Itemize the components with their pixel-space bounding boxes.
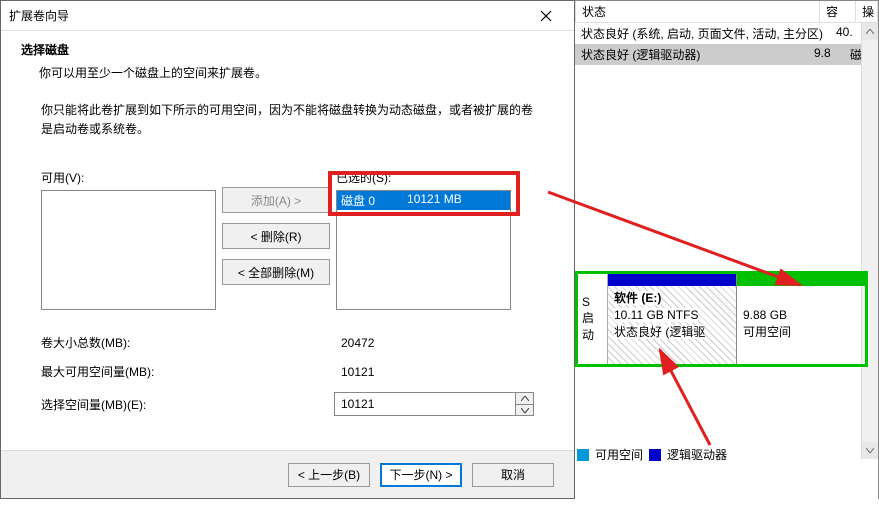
space-input[interactable] (334, 392, 516, 416)
dialog-title: 扩展卷向导 (9, 7, 526, 24)
chevron-down-icon (521, 408, 529, 413)
transfer-buttons: 添加(A) > < 删除(R) < 全部删除(M) (222, 187, 330, 285)
partition-body: 软件 (E:) 10.11 GB NTFS 状态良好 (逻辑驱 (608, 286, 736, 364)
spin-down-button[interactable] (516, 405, 534, 417)
remove-button[interactable]: < 删除(R) (222, 223, 330, 249)
selected-column: 已选的(S): 磁盘 0 10121 MB (336, 169, 511, 310)
partition-boxes: 软件 (E:) 10.11 GB NTFS 状态良好 (逻辑驱 9.88 GB … (608, 274, 865, 364)
available-label: 可用(V): (41, 169, 216, 186)
free-label: 可用空间 (743, 324, 859, 341)
add-button[interactable]: 添加(A) > (222, 187, 330, 213)
partition-body: 9.88 GB 可用空间 (737, 286, 865, 364)
free-size: 9.88 GB (743, 307, 859, 324)
legend-free-label: 可用空间 (595, 446, 643, 463)
partition-size: 10.11 GB NTFS (614, 308, 698, 322)
max-space-row: 最大可用空间量(MB): 10121 (41, 363, 534, 380)
legend-logical-label: 逻辑驱动器 (667, 446, 727, 463)
header-ops[interactable]: 操 (856, 1, 878, 22)
header-status[interactable]: 状态 (575, 1, 820, 22)
next-button[interactable]: 下一步(N) > (380, 463, 462, 487)
partition-color-bar (608, 274, 736, 286)
total-size-label: 卷大小总数(MB): (41, 334, 341, 351)
cancel-button[interactable]: 取消 (472, 463, 554, 487)
partition-e[interactable]: 软件 (E:) 10.11 GB NTFS 状态良好 (逻辑驱 (608, 274, 737, 364)
choose-space-row: 选择空间量(MB)(E): (41, 392, 534, 416)
partition-legend: 可用空间 逻辑驱动器 (575, 440, 878, 469)
selected-disk-name: 磁盘 0 (341, 192, 375, 209)
scroll-up-button[interactable] (862, 23, 878, 40)
partition-wrap: S 启动 软件 (E:) 10.11 GB NTFS 状态良好 (逻辑驱 (575, 271, 868, 367)
table-header: 状态 容 操 (575, 1, 878, 23)
extend-volume-wizard-dialog: 扩展卷向导 选择磁盘 你可以用至少一个磁盘上的空间来扩展卷。 你只能将此卷扩展到… (0, 0, 575, 499)
partition-free[interactable]: 9.88 GB 可用空间 (737, 274, 865, 364)
header-capacity[interactable]: 容 (820, 1, 856, 22)
total-size-value: 20472 (341, 336, 534, 350)
row-cap: 9.8 (814, 46, 850, 63)
disk-info: S 启动 (578, 274, 608, 364)
titlebar: 扩展卷向导 (1, 1, 574, 31)
spin-up-button[interactable] (516, 392, 534, 405)
table-row[interactable]: 状态良好 (系统, 启动, 页面文件, 活动, 主分区) 40. (575, 23, 878, 44)
description-text: 你只能将此卷扩展到如下所示的可用空间，因为不能将磁盘转换为动态磁盘，或者被扩展的… (41, 101, 534, 139)
section-subheading: 你可以用至少一个磁盘上的空间来扩展卷。 (39, 64, 554, 81)
remove-all-button[interactable]: < 全部删除(M) (222, 259, 330, 285)
selected-listbox[interactable]: 磁盘 0 10121 MB (336, 190, 511, 310)
vertical-scrollbar[interactable] (861, 23, 878, 459)
table-row[interactable]: 状态良好 (逻辑驱动器) 9.8 磁 (575, 44, 878, 65)
section-heading: 选择磁盘 (21, 41, 554, 58)
dialog-footer: < 上一步(B) 下一步(N) > 取消 (1, 450, 574, 498)
partition-map: S 启动 软件 (E:) 10.11 GB NTFS 状态良好 (逻辑驱 (575, 271, 868, 367)
selected-label: 已选的(S): (336, 169, 511, 186)
space-spinner (334, 392, 534, 416)
chevron-up-icon (866, 29, 874, 34)
selected-wrap: 磁盘 0 10121 MB (336, 190, 511, 310)
list-item[interactable]: 磁盘 0 10121 MB (337, 191, 510, 210)
dialog-body: 选择磁盘 你可以用至少一个磁盘上的空间来扩展卷。 你只能将此卷扩展到如下所示的可… (1, 31, 574, 416)
size-form: 卷大小总数(MB): 20472 最大可用空间量(MB): 10121 选择空间… (41, 334, 534, 416)
back-button[interactable]: < 上一步(B) (288, 463, 370, 487)
partition-status: 状态良好 (逻辑驱 (614, 325, 705, 339)
total-size-row: 卷大小总数(MB): 20472 (41, 334, 534, 351)
row-status: 状态良好 (系统, 启动, 页面文件, 活动, 主分区) (581, 25, 836, 42)
selected-disk-size: 10121 MB (407, 192, 462, 209)
disk-info-sub: 启动 (582, 309, 603, 343)
disk-info-label: S (582, 295, 603, 309)
spinner-buttons (516, 392, 534, 416)
disk-lists: 可用(V): 添加(A) > < 删除(R) < 全部删除(M) 已选的(S):… (41, 169, 534, 310)
chevron-up-icon (521, 396, 529, 401)
close-button[interactable] (526, 2, 566, 30)
close-icon (540, 10, 552, 22)
swatch-teal (577, 449, 589, 461)
row-status: 状态良好 (逻辑驱动器) (581, 46, 814, 63)
max-space-label: 最大可用空间量(MB): (41, 363, 341, 380)
choose-space-label: 选择空间量(MB)(E): (41, 396, 334, 413)
swatch-blue (649, 449, 661, 461)
available-listbox[interactable] (41, 190, 216, 310)
available-column: 可用(V): (41, 169, 216, 310)
partition-title: 软件 (E:) (614, 291, 661, 305)
disk-management-window: 状态 容 操 状态良好 (系统, 启动, 页面文件, 活动, 主分区) 40. … (575, 0, 879, 499)
partition-color-bar (737, 274, 865, 286)
max-space-value: 10121 (341, 365, 534, 379)
